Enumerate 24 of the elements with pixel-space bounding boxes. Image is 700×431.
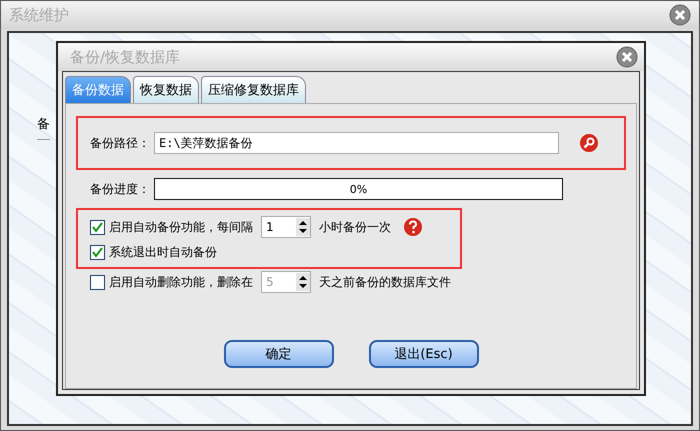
window-title: 系统维护 (9, 6, 69, 24)
checkbox[interactable] (90, 220, 105, 234)
option-suffix: 小时备份一次 (319, 218, 391, 236)
number-spinner[interactable]: 1 (261, 216, 311, 238)
help-icon[interactable] (403, 217, 423, 237)
option-label: 启用自动删除功能，删除在 (109, 274, 253, 290)
tab[interactable]: 压缩修复数据库 (201, 76, 306, 103)
option-label: 系统退出时自动备份 (109, 244, 217, 261)
path-input[interactable]: E:\美萍数据备份 (154, 132, 559, 154)
checkbox[interactable] (90, 245, 105, 260)
progress-label: 备份进度： (90, 180, 150, 198)
search-icon[interactable] (579, 133, 599, 153)
tab[interactable]: 恢复数据 (133, 76, 199, 103)
option-label: 启用自动备份功能，每间隔 (109, 218, 253, 236)
checkbox[interactable] (90, 274, 105, 290)
path-label: 备份路径： (90, 134, 150, 152)
dialog-button[interactable]: 退出(Esc) (368, 340, 478, 368)
option-suffix: 天之前备份的数据库文件 (319, 274, 451, 290)
dialog-button[interactable]: 确定 (224, 340, 334, 368)
dialog-title: 备份/恢复数据库 (70, 48, 180, 66)
close-icon[interactable] (669, 4, 691, 26)
tab-label: 备 (37, 115, 50, 140)
close-icon[interactable] (616, 46, 638, 68)
progress-reading: 0% (350, 182, 368, 196)
